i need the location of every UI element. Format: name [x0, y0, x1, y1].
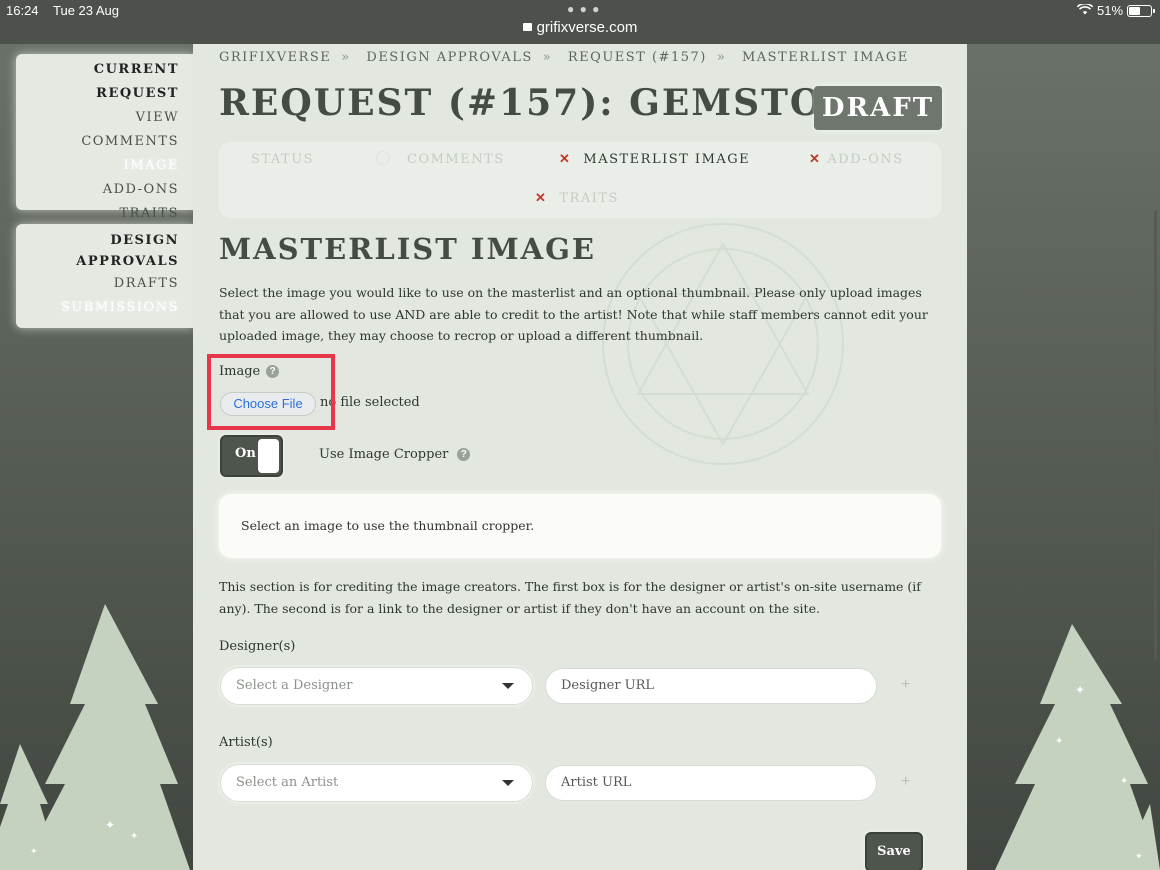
svg-text:✦: ✦	[130, 831, 138, 842]
tab-masterlist-label: MASTERLIST IMAGE	[583, 152, 751, 167]
toggle-state-label: On	[235, 446, 256, 461]
section-title: MASTERLIST IMAGE	[219, 232, 596, 266]
designer-select[interactable]: Select a Designer	[220, 667, 533, 705]
sidebar-item-comments[interactable]: COMMENTS	[16, 130, 179, 154]
battery-percent: 51%	[1097, 3, 1124, 18]
breadcrumb-separator: »	[341, 50, 351, 65]
tab-add-ons[interactable]: ✕ ADD-ONS	[809, 152, 904, 167]
lock-icon	[522, 23, 532, 31]
designers-label: Designer(s)	[219, 639, 296, 654]
sidebar-item-add-ons[interactable]: ADD-ONS	[16, 178, 179, 202]
thumbnail-cropper-panel: Select an image to use the thumbnail cro…	[219, 494, 941, 558]
tab-status-label: STATUS	[251, 152, 315, 167]
breadcrumb-design-approvals[interactable]: DESIGN APPROVALS	[366, 50, 532, 65]
breadcrumb: GRIFIXVERSE » DESIGN APPROVALS » REQUEST (…	[219, 50, 919, 65]
page-title: REQUEST (#157): GEMSTONE	[219, 82, 888, 124]
sidebar-current-request: CURRENT REQUEST VIEW COMMENTS IMAGE ADD-…	[16, 54, 193, 221]
url-text: grifixverse.com	[536, 19, 638, 36]
incomplete-x-icon: ✕	[559, 152, 572, 167]
svg-text:✦: ✦	[30, 847, 38, 857]
incomplete-x-icon: ✕	[535, 191, 548, 206]
sidebar-item-drafts[interactable]: DRAFTS	[16, 272, 179, 296]
more-dots-icon[interactable]: ● ● ●	[567, 2, 600, 16]
designer-url-input[interactable]: Designer URL	[545, 668, 877, 704]
wifi-icon	[1077, 4, 1093, 15]
tab-status[interactable]: STATUS	[251, 152, 314, 167]
breadcrumb-separator: »	[542, 50, 553, 65]
artist-url-input[interactable]: Artist URL	[545, 765, 877, 801]
sidebar-heading-current-request: CURRENT REQUEST	[93, 62, 179, 101]
sidebar-item-view[interactable]: VIEW	[16, 106, 179, 130]
sidebar-item-image[interactable]: IMAGE	[16, 154, 179, 178]
svg-text:✦: ✦	[1055, 736, 1063, 747]
tab-masterlist-image[interactable]: ✕ MASTERLIST IMAGE	[559, 152, 750, 167]
sidebar-item-submissions[interactable]: SUBMISSIONS	[16, 296, 179, 320]
sidebar-item-traits[interactable]: TRAITS	[16, 202, 179, 226]
save-button[interactable]: Save	[865, 832, 923, 870]
sidebar-design-approvals: DESIGN APPROVALS DRAFTS SUBMISSIONS	[16, 224, 193, 328]
svg-text:✦: ✦	[1075, 683, 1085, 697]
designer-select-placeholder: Select a Designer	[236, 678, 353, 693]
date: Tue 23 Aug	[53, 3, 120, 18]
chevron-down-icon	[502, 683, 514, 689]
artist-select[interactable]: Select an Artist	[220, 764, 533, 802]
battery-icon	[1127, 5, 1152, 17]
toggle-knob	[258, 439, 279, 473]
breadcrumb-grifixverse[interactable]: GRIFIXVERSE	[219, 50, 331, 65]
add-artist-icon[interactable]: +	[901, 773, 910, 791]
request-tabs: STATUS COMMENTS ✕ MASTERLIST IMAGE ✕ ADD-O…	[219, 142, 941, 218]
ios-status-bar: 16:24 Tue 23 Aug ● ● ● grifixverse.com 5…	[0, 0, 1160, 44]
sidebar-heading-design: DESIGN	[110, 233, 179, 248]
clock: 16:24	[6, 3, 39, 18]
artist-select-placeholder: Select an Artist	[236, 775, 339, 790]
tab-traits-label: TRAITS	[559, 191, 619, 206]
cropper-message: Select an image to use the thumbnail cro…	[241, 518, 535, 533]
address-bar[interactable]: grifixverse.com	[0, 19, 1160, 36]
section-description: Select the image you would like to use o…	[219, 285, 928, 343]
credit-description: This section is for crediting the image …	[219, 579, 921, 616]
tab-add-ons-label: ADD-ONS	[827, 152, 904, 167]
cropper-label: Use Image Cropper?	[319, 447, 471, 462]
tab-comments-label: COMMENTS	[407, 152, 505, 167]
breadcrumb-masterlist-image[interactable]: MASTERLIST IMAGE	[742, 50, 909, 65]
chevron-down-icon	[502, 780, 514, 786]
svg-text:✦: ✦	[1120, 776, 1128, 787]
image-cropper-toggle[interactable]: On	[220, 435, 283, 477]
artists-label: Artist(s)	[219, 735, 273, 750]
tab-comments[interactable]: COMMENTS	[379, 152, 505, 167]
breadcrumb-separator: »	[716, 50, 727, 65]
incomplete-x-icon: ✕	[809, 152, 822, 167]
svg-text:✦: ✦	[1135, 852, 1143, 862]
breadcrumb-request[interactable]: REQUEST (#157)	[568, 50, 707, 65]
cropper-label-text: Use Image Cropper	[319, 447, 449, 462]
battery-tip	[1153, 9, 1155, 13]
highlight-box	[207, 354, 335, 430]
svg-text:✦: ✦	[105, 818, 115, 832]
tab-traits[interactable]: ✕ TRAITS	[535, 191, 619, 206]
help-icon[interactable]: ?	[457, 448, 471, 461]
add-designer-icon[interactable]: +	[901, 676, 910, 694]
sidebar-heading-approvals: APPROVALS	[76, 254, 179, 269]
scrollbar[interactable]	[1154, 210, 1157, 660]
draft-badge: DRAFT	[814, 86, 942, 130]
main-content: GRIFIXVERSE » DESIGN APPROVALS » REQUEST (…	[193, 44, 967, 870]
